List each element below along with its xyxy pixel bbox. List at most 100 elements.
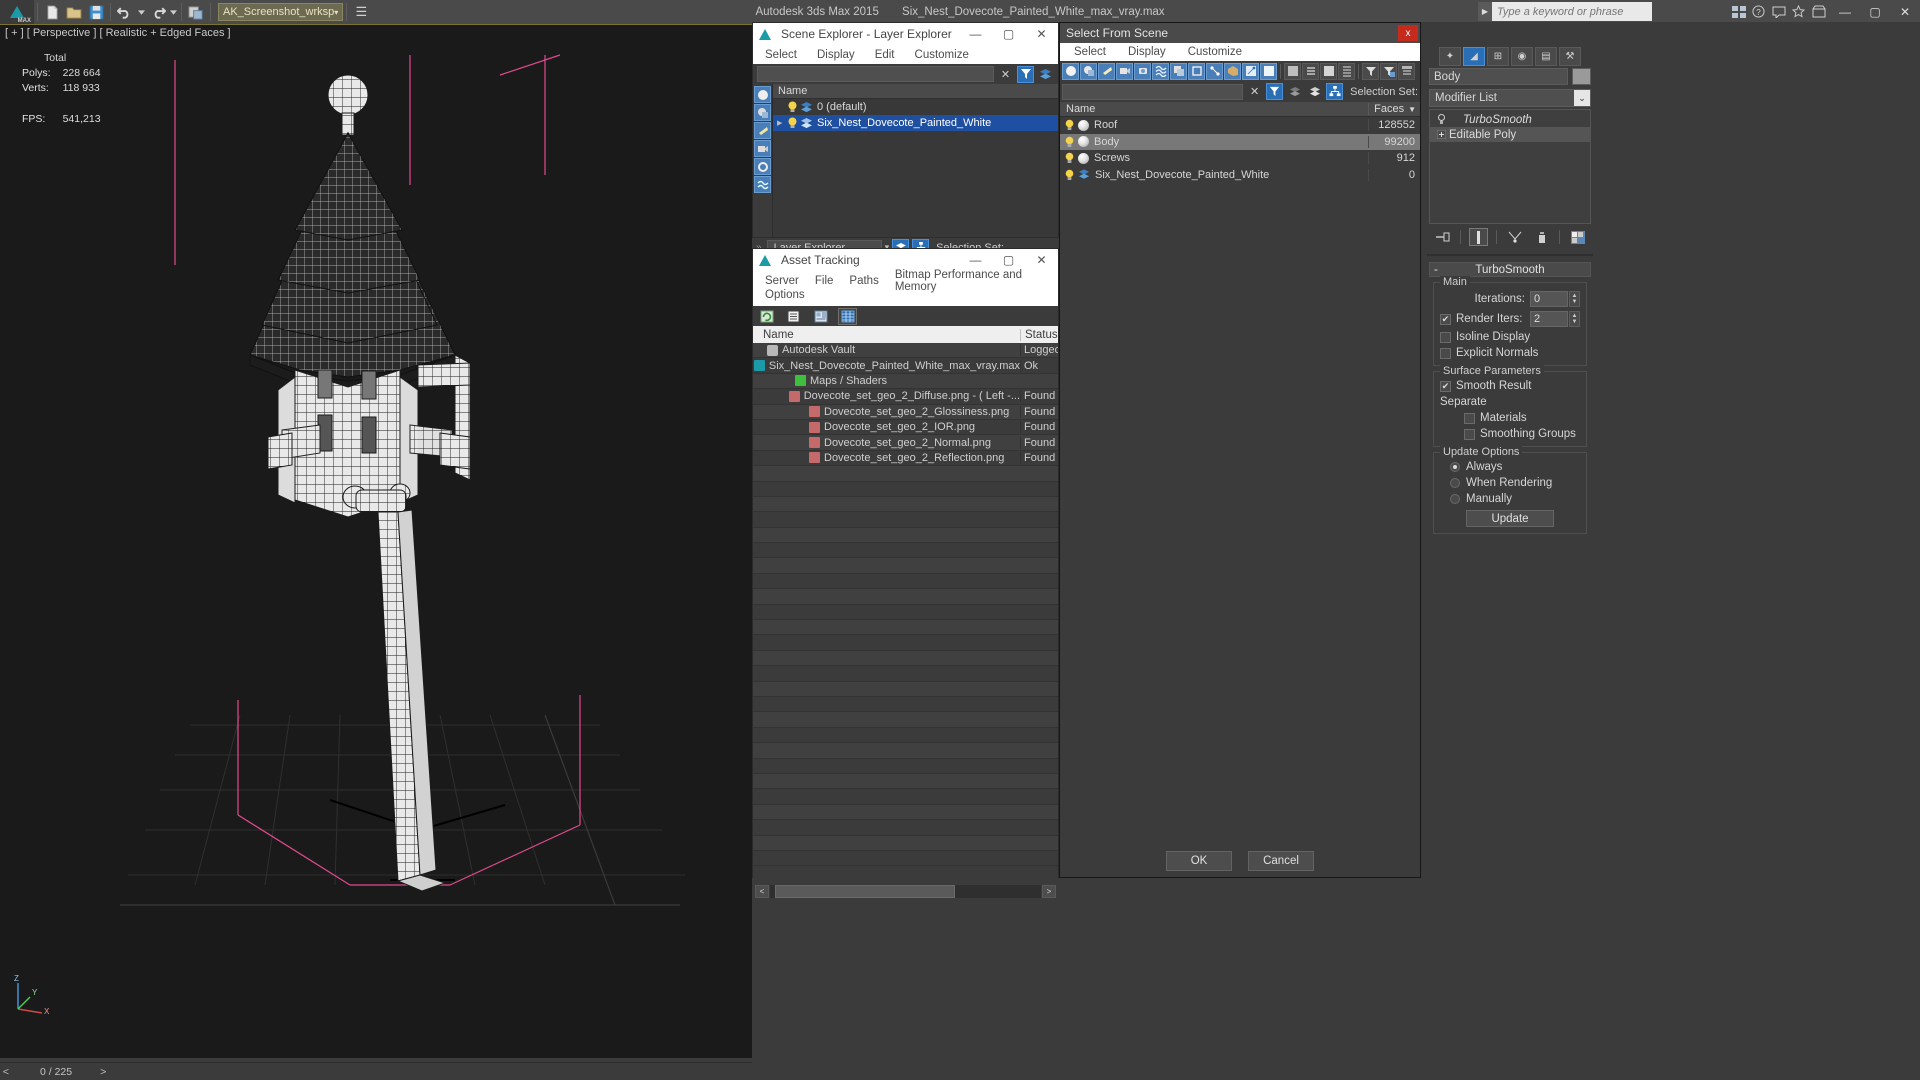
redo-icon[interactable]	[146, 1, 168, 23]
advanced-filter-icon[interactable]	[1380, 62, 1397, 80]
display-none-icon[interactable]	[1284, 62, 1301, 80]
close-icon[interactable]: x	[1398, 25, 1418, 41]
asset-tracking-row[interactable]: Maps / Shaders	[753, 373, 1058, 390]
always-radio[interactable]	[1450, 462, 1460, 472]
asset-tracking-empty-row[interactable]	[753, 650, 1058, 667]
expand-arrow-icon[interactable]: ▶	[777, 119, 787, 127]
thumbnail-view-icon[interactable]	[811, 308, 830, 325]
asset-tracking-empty-row[interactable]	[753, 789, 1058, 805]
scene-explorer-row-dovecote[interactable]: ▶ Six_Nest_Dovecote_Painted_White	[773, 115, 1058, 131]
asset-tracking-empty-row[interactable]	[753, 573, 1058, 590]
lights-filter-icon[interactable]	[754, 122, 771, 139]
column-faces[interactable]: Faces ▼	[1368, 103, 1420, 115]
asset-tracking-empty-row[interactable]	[753, 558, 1058, 574]
select-from-scene-row[interactable]: Six_Nest_Dovecote_Painted_White 0	[1060, 167, 1420, 184]
lightbulb-icon[interactable]	[1064, 136, 1075, 148]
maximize-icon[interactable]: ▢	[992, 23, 1025, 45]
particles-filter-icon[interactable]	[1242, 62, 1259, 80]
asset-tracking-empty-row[interactable]	[753, 543, 1058, 559]
asset-tracking-empty-row[interactable]	[753, 743, 1058, 759]
object-color-swatch[interactable]	[1572, 68, 1591, 85]
make-unique-icon[interactable]	[1505, 228, 1524, 246]
menu-customize[interactable]: Customize	[1188, 46, 1242, 58]
asset-tracking-empty-row[interactable]	[753, 712, 1058, 728]
lights-filter-icon[interactable]	[1098, 62, 1115, 80]
asset-tracking-empty-row[interactable]	[753, 604, 1058, 621]
asset-tracking-empty-row[interactable]	[753, 666, 1058, 682]
materials-checkbox[interactable]	[1464, 412, 1475, 424]
scroll-track[interactable]	[770, 884, 1041, 898]
asset-tracking-row[interactable]: Dovecote_set_geo_2_Reflection.png Found	[753, 450, 1058, 467]
smooth-result-row[interactable]: ✔ Smooth Result	[1440, 380, 1580, 392]
all-filter-icon[interactable]	[1260, 62, 1277, 80]
asset-tracking-empty-row[interactable]	[753, 481, 1058, 497]
render-iters-spinner[interactable]: ▲ ▼	[1569, 311, 1580, 327]
asset-tracking-empty-row[interactable]	[753, 496, 1058, 513]
asset-tracking-empty-row[interactable]	[753, 681, 1058, 697]
smoothing-groups-checkbox[interactable]	[1464, 428, 1475, 440]
asset-tracking-empty-row[interactable]	[753, 620, 1058, 636]
collapse-icon[interactable]: -	[1434, 264, 1438, 276]
menu-edit[interactable]: Edit	[875, 49, 895, 61]
grid-view-icon[interactable]	[838, 307, 857, 325]
update-option-manually[interactable]: Manually	[1440, 493, 1580, 505]
hierarchy-tab-icon[interactable]: ⊞	[1487, 46, 1509, 66]
favorites-icon[interactable]	[1789, 2, 1808, 21]
cameras-filter-icon[interactable]	[754, 140, 771, 157]
viewport-label[interactable]: [ + ] [ Perspective ] [ Realistic + Edge…	[5, 27, 231, 39]
filter-icon[interactable]	[1362, 62, 1379, 80]
asset-tracking-empty-row[interactable]	[753, 850, 1058, 867]
select-link-icon[interactable]	[185, 1, 207, 23]
scene-explorer-search-input[interactable]	[757, 66, 994, 82]
workspace-menu-icon[interactable]: ☰	[350, 1, 372, 23]
layer-view-icon[interactable]	[1306, 83, 1323, 100]
lightbulb-icon[interactable]	[1064, 119, 1075, 131]
modifier-stack-item-editablepoly[interactable]: Editable Poly	[1430, 127, 1590, 142]
create-tab-icon[interactable]: ✦	[1439, 46, 1461, 66]
lightbulb-icon[interactable]	[787, 117, 798, 129]
spacewarps-filter-icon[interactable]	[1152, 62, 1169, 80]
menu-customize[interactable]: Customize	[915, 49, 969, 61]
workspaces-icon[interactable]	[1729, 2, 1748, 21]
update-button[interactable]: Update	[1466, 510, 1554, 527]
helpers-filter-icon[interactable]	[754, 158, 771, 175]
workspace-selector[interactable]: AK_Screenshot_wrksp ▾	[218, 3, 344, 21]
asset-tracking-empty-row[interactable]	[753, 773, 1058, 790]
list-view-icon[interactable]	[784, 308, 803, 325]
isoline-display-checkbox[interactable]	[1440, 331, 1451, 343]
smoothing-groups-row[interactable]: Smoothing Groups	[1440, 428, 1580, 440]
refresh-icon[interactable]	[757, 308, 776, 325]
communication-center-icon[interactable]	[1769, 2, 1788, 21]
lightbulb-icon[interactable]	[1064, 152, 1075, 164]
scroll-thumb[interactable]	[775, 884, 955, 898]
object-name-field[interactable]: Body	[1429, 68, 1568, 85]
search-expand-icon[interactable]: ▶	[1478, 2, 1492, 21]
scene-explorer-column-name[interactable]: Name	[773, 84, 1058, 99]
select-from-scene-dialog[interactable]: Select From Scene x Select Display Custo…	[1059, 22, 1421, 878]
utilities-tab-icon[interactable]: ⚒	[1559, 46, 1581, 66]
scroll-right-icon[interactable]: >	[1042, 884, 1056, 898]
turbosmooth-rollout-header[interactable]: - TurboSmooth	[1429, 262, 1591, 277]
column-status[interactable]: Status	[1020, 328, 1058, 341]
exchange-store-icon[interactable]	[1809, 2, 1828, 21]
asset-tracking-hscrollbar[interactable]: < >	[753, 883, 1058, 899]
render-iters-input[interactable]: 2	[1530, 311, 1568, 327]
help-icon[interactable]: ?	[1749, 2, 1768, 21]
display-tab-icon[interactable]: ▤	[1535, 46, 1557, 66]
asset-tracking-empty-row[interactable]	[753, 835, 1058, 851]
menu-bitmap-performance[interactable]: Bitmap Performance and Memory	[895, 269, 1058, 293]
when-rendering-radio[interactable]	[1450, 478, 1460, 488]
asset-tracking-empty-row[interactable]	[753, 635, 1058, 651]
menu-select[interactable]: Select	[765, 49, 797, 61]
menu-file[interactable]: File	[815, 275, 834, 287]
manually-radio[interactable]	[1450, 494, 1460, 504]
open-file-icon[interactable]	[63, 1, 85, 23]
cancel-button[interactable]: Cancel	[1248, 851, 1314, 871]
select-from-scene-row[interactable]: Body 99200	[1060, 133, 1420, 150]
asset-tracking-row[interactable]: Autodesk Vault Logged	[753, 343, 1058, 359]
asset-tracking-row[interactable]: Dovecote_set_geo_2_Diffuse.png - ( Left …	[753, 389, 1058, 405]
scene-explorer-list[interactable]: Name 0 (default) ▶ Six_Nest_Dovecote_Pai…	[772, 84, 1058, 237]
asset-tracking-empty-row[interactable]	[753, 804, 1058, 821]
clear-search-icon[interactable]: ✕	[1246, 83, 1263, 100]
scene-explorer-titlebar[interactable]: Scene Explorer - Layer Explorer — ▢ ✕	[753, 23, 1058, 45]
